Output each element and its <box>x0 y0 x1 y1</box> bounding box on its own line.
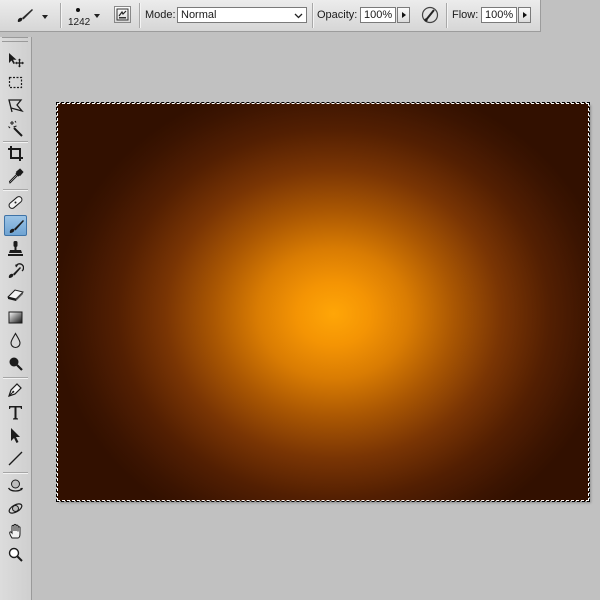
toolbox-separator <box>3 189 28 191</box>
flow-label: Flow: <box>452 9 479 21</box>
opacity-input[interactable]: 100% <box>360 7 396 23</box>
arrow-pointer-icon <box>11 428 20 443</box>
marquee-tool[interactable] <box>4 72 27 93</box>
history-brush-tool[interactable] <box>4 261 27 282</box>
gradient-icon <box>8 311 23 324</box>
flow-input[interactable]: 100% <box>481 7 517 23</box>
tablet-pressure-opacity-icon <box>421 6 439 24</box>
selection-marquee <box>56 102 590 502</box>
brush-panel-toggle-button[interactable] <box>114 6 131 23</box>
brush-icon <box>17 9 33 22</box>
brush-tool[interactable] <box>4 215 27 236</box>
chevron-down-icon <box>294 13 303 19</box>
healing-brush-tool[interactable] <box>4 192 27 213</box>
options-bar: 1242 Mode: Normal Opacity: 100% Flow: 10… <box>0 0 541 32</box>
brush-icon <box>9 220 24 233</box>
pen-tool[interactable] <box>4 379 27 400</box>
crop-tool[interactable] <box>4 143 27 164</box>
type-tool[interactable] <box>4 402 27 423</box>
toolbox <box>0 37 32 600</box>
opacity-label: Opacity: <box>317 9 358 21</box>
tablet-pressure-opacity-button[interactable] <box>420 5 440 25</box>
clone-stamp-tool[interactable] <box>4 238 27 259</box>
stamp-icon <box>8 241 23 256</box>
line-tool[interactable] <box>4 448 27 469</box>
blend-mode-select[interactable]: Normal <box>177 7 307 23</box>
tool-preset-picker[interactable] <box>12 6 52 26</box>
dodge-tool[interactable] <box>4 353 27 374</box>
magic-wand-icon <box>8 120 23 137</box>
polygonal-lasso-icon <box>8 99 24 113</box>
separator <box>312 3 314 28</box>
magnifier-icon <box>8 547 23 562</box>
hand-icon <box>9 523 21 539</box>
water-drop-icon <box>10 332 21 349</box>
history-brush-icon <box>8 263 24 278</box>
chevron-down-icon <box>94 14 100 18</box>
separator <box>139 3 141 28</box>
flow-slider-toggle[interactable] <box>518 7 531 23</box>
hand-tool[interactable] <box>4 521 27 542</box>
line-icon <box>8 451 23 466</box>
separator <box>446 3 448 28</box>
pen-icon <box>8 383 22 397</box>
eraser-tool[interactable] <box>4 284 27 305</box>
3d-orbit-tool[interactable] <box>4 498 27 519</box>
dodge-icon <box>9 357 23 371</box>
mode-label: Mode: <box>145 9 176 21</box>
separator <box>60 3 62 28</box>
zoom-tool[interactable] <box>4 544 27 565</box>
flow-value: 100% <box>485 9 514 21</box>
blur-tool[interactable] <box>4 330 27 351</box>
lasso-tool[interactable] <box>4 95 27 116</box>
toolbox-separator <box>3 472 28 474</box>
path-selection-tool[interactable] <box>4 425 27 446</box>
brush-preset-picker[interactable]: 1242 <box>66 3 102 29</box>
move-icon <box>9 53 24 68</box>
3d-rotate-tool[interactable] <box>4 475 27 496</box>
3d-rotate-icon <box>7 479 24 492</box>
opacity-slider-toggle[interactable] <box>397 7 410 23</box>
brush-size-value: 1242 <box>68 17 91 28</box>
crop-icon <box>8 146 23 161</box>
move-tool[interactable] <box>4 49 27 70</box>
rectangular-marquee-icon <box>8 76 23 89</box>
type-icon <box>9 406 22 420</box>
magic-wand-tool[interactable] <box>4 118 27 139</box>
gradient-tool[interactable] <box>4 307 27 328</box>
eyedropper-tool[interactable] <box>4 166 27 187</box>
3d-orbit-icon <box>8 503 23 514</box>
opacity-value: 100% <box>364 9 393 21</box>
brush-tip-dot-icon <box>76 8 80 12</box>
bandage-icon <box>8 196 23 209</box>
blend-mode-value: Normal <box>181 9 217 21</box>
document-canvas[interactable] <box>56 102 590 502</box>
eyedropper-icon <box>8 168 24 184</box>
brush-panel-toggle-icon <box>116 8 129 21</box>
eraser-icon <box>7 289 24 301</box>
chevron-down-icon <box>42 15 48 19</box>
